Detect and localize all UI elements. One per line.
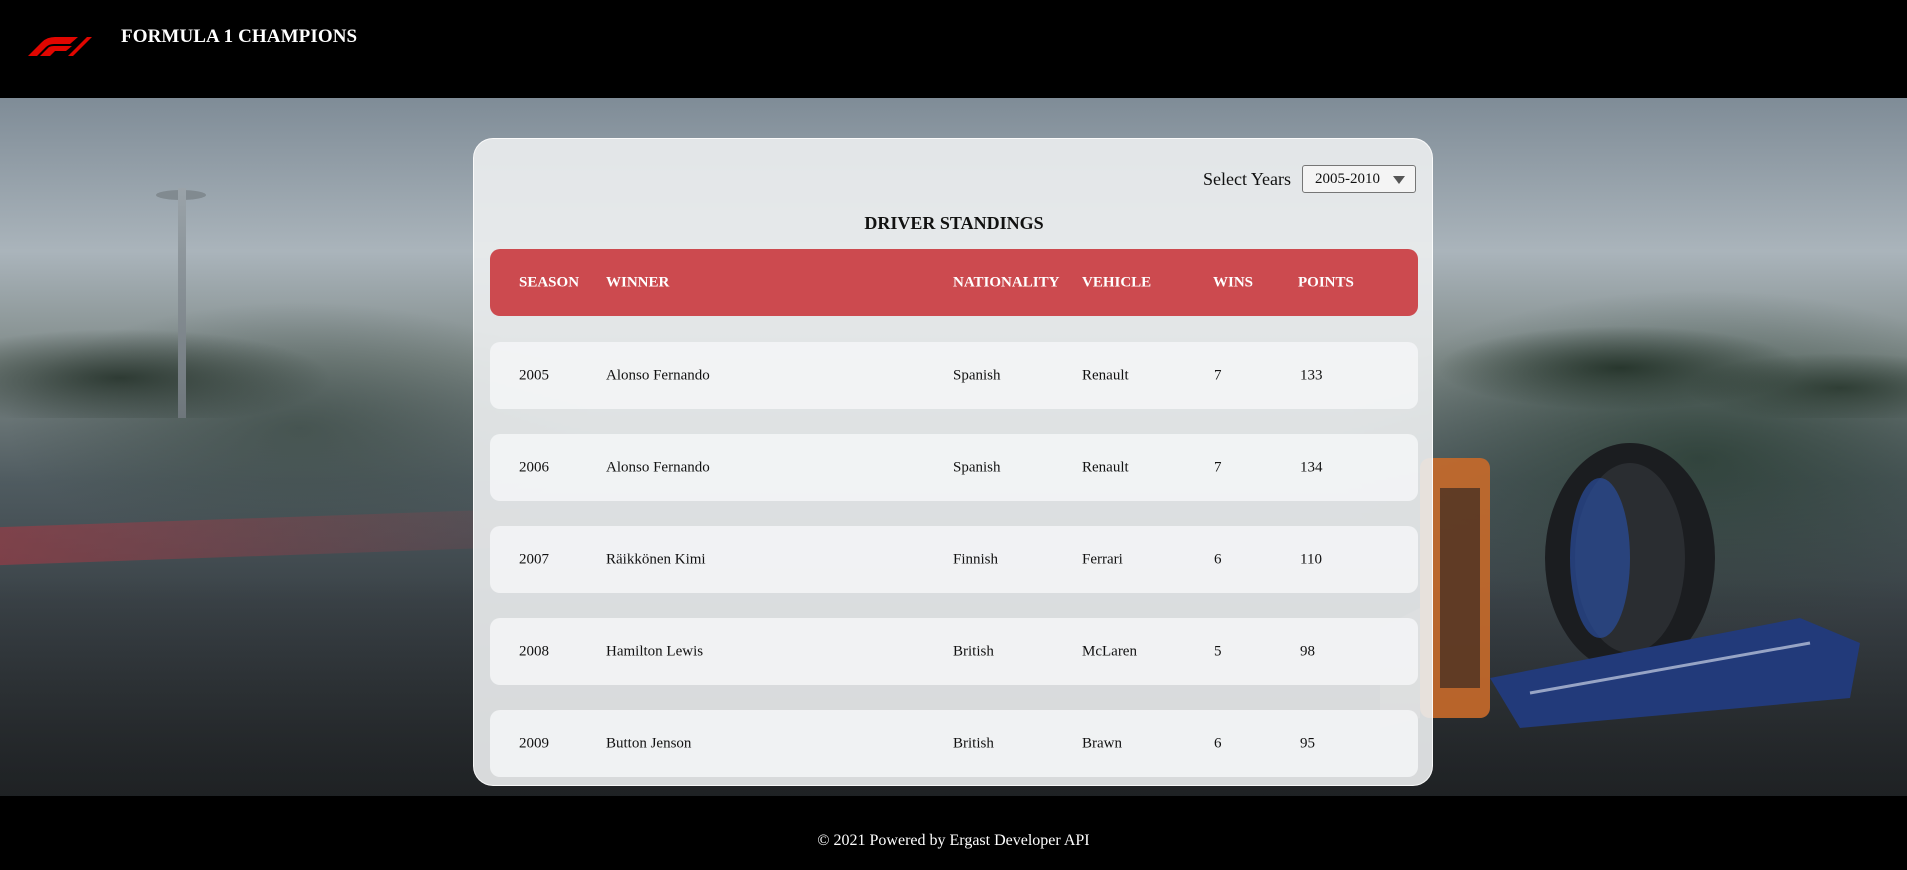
cell-winner: Alonso Fernando [606,367,710,383]
column-season: SEASON [519,274,580,290]
cell-wins: 6 [1214,551,1222,567]
table-row: 2008 Hamilton Lewis British McLaren 5 98 [490,618,1418,685]
cell-points: 98 [1300,643,1315,659]
cell-vehicle: Ferrari [1082,551,1123,567]
cell-season: 2008 [519,643,549,659]
cell-season: 2009 [519,735,549,751]
chevron-down-icon [1393,176,1405,184]
cell-vehicle: McLaren [1082,643,1137,659]
cell-winner: Alonso Fernando [606,459,710,475]
site-footer: © 2021 Powered by Ergast Developer API [0,796,1907,870]
table-row: 2006 Alonso Fernando Spanish Renault 7 1… [490,434,1418,501]
site-title: FORMULA 1 CHAMPIONS [121,26,358,47]
cell-vehicle: Renault [1082,367,1129,383]
background-pole [178,188,186,418]
column-winner: WINNER [606,274,670,290]
background-kerb [0,508,520,566]
cell-points: 110 [1300,551,1322,567]
year-range-value: 2005-2010 [1315,170,1380,187]
cell-nationality: Spanish [953,367,1001,383]
table-header: SEASON WINNER NATIONALITY VEHICLE WINS P… [490,249,1418,316]
table-row: 2005 Alonso Fernando Spanish Renault 7 1… [490,342,1418,409]
cell-points: 134 [1300,459,1323,475]
cell-nationality: British [953,643,994,659]
cell-vehicle: Brawn [1082,735,1122,751]
cell-wins: 7 [1214,459,1222,475]
select-years-label: Select Years [1203,168,1291,189]
column-points: POINTS [1298,274,1354,290]
cell-nationality: Finnish [953,551,999,567]
cell-winner: Button Jenson [606,735,692,751]
cell-season: 2005 [519,367,549,383]
standings-title: DRIVER STANDINGS [864,213,1044,233]
column-vehicle: VEHICLE [1082,274,1152,290]
year-range-select[interactable]: 2005-2010 [1302,165,1416,193]
column-nationality: NATIONALITY [953,274,1060,290]
cell-season: 2007 [519,551,549,567]
cell-points: 95 [1300,735,1315,751]
site-header: FORMULA 1 CHAMPIONS [0,0,1907,98]
cell-winner: Hamilton Lewis [606,643,704,659]
cell-points: 133 [1300,367,1323,383]
cell-wins: 5 [1214,643,1222,659]
f1-logo-icon[interactable] [28,36,92,56]
race-car-illustration [1380,443,1860,728]
cell-winner: Räikkönen Kimi [606,551,706,567]
cell-wins: 6 [1214,735,1222,751]
table-row: 2007 Räikkönen Kimi Finnish Ferrari 6 11… [490,526,1418,593]
standings-panel: Select Years 2005-2010 DRIVER STANDINGS … [473,138,1433,786]
cell-season: 2006 [519,459,549,475]
cell-vehicle: Renault [1082,459,1129,475]
year-filter: Select Years 2005-2010 [1203,165,1416,193]
cell-nationality: British [953,735,994,751]
table-row: 2009 Button Jenson British Brawn 6 95 [490,710,1418,777]
cell-wins: 7 [1214,367,1222,383]
column-wins: WINS [1213,274,1254,290]
cell-nationality: Spanish [953,459,1001,475]
footer-credit: © 2021 Powered by Ergast Developer API [817,832,1090,849]
